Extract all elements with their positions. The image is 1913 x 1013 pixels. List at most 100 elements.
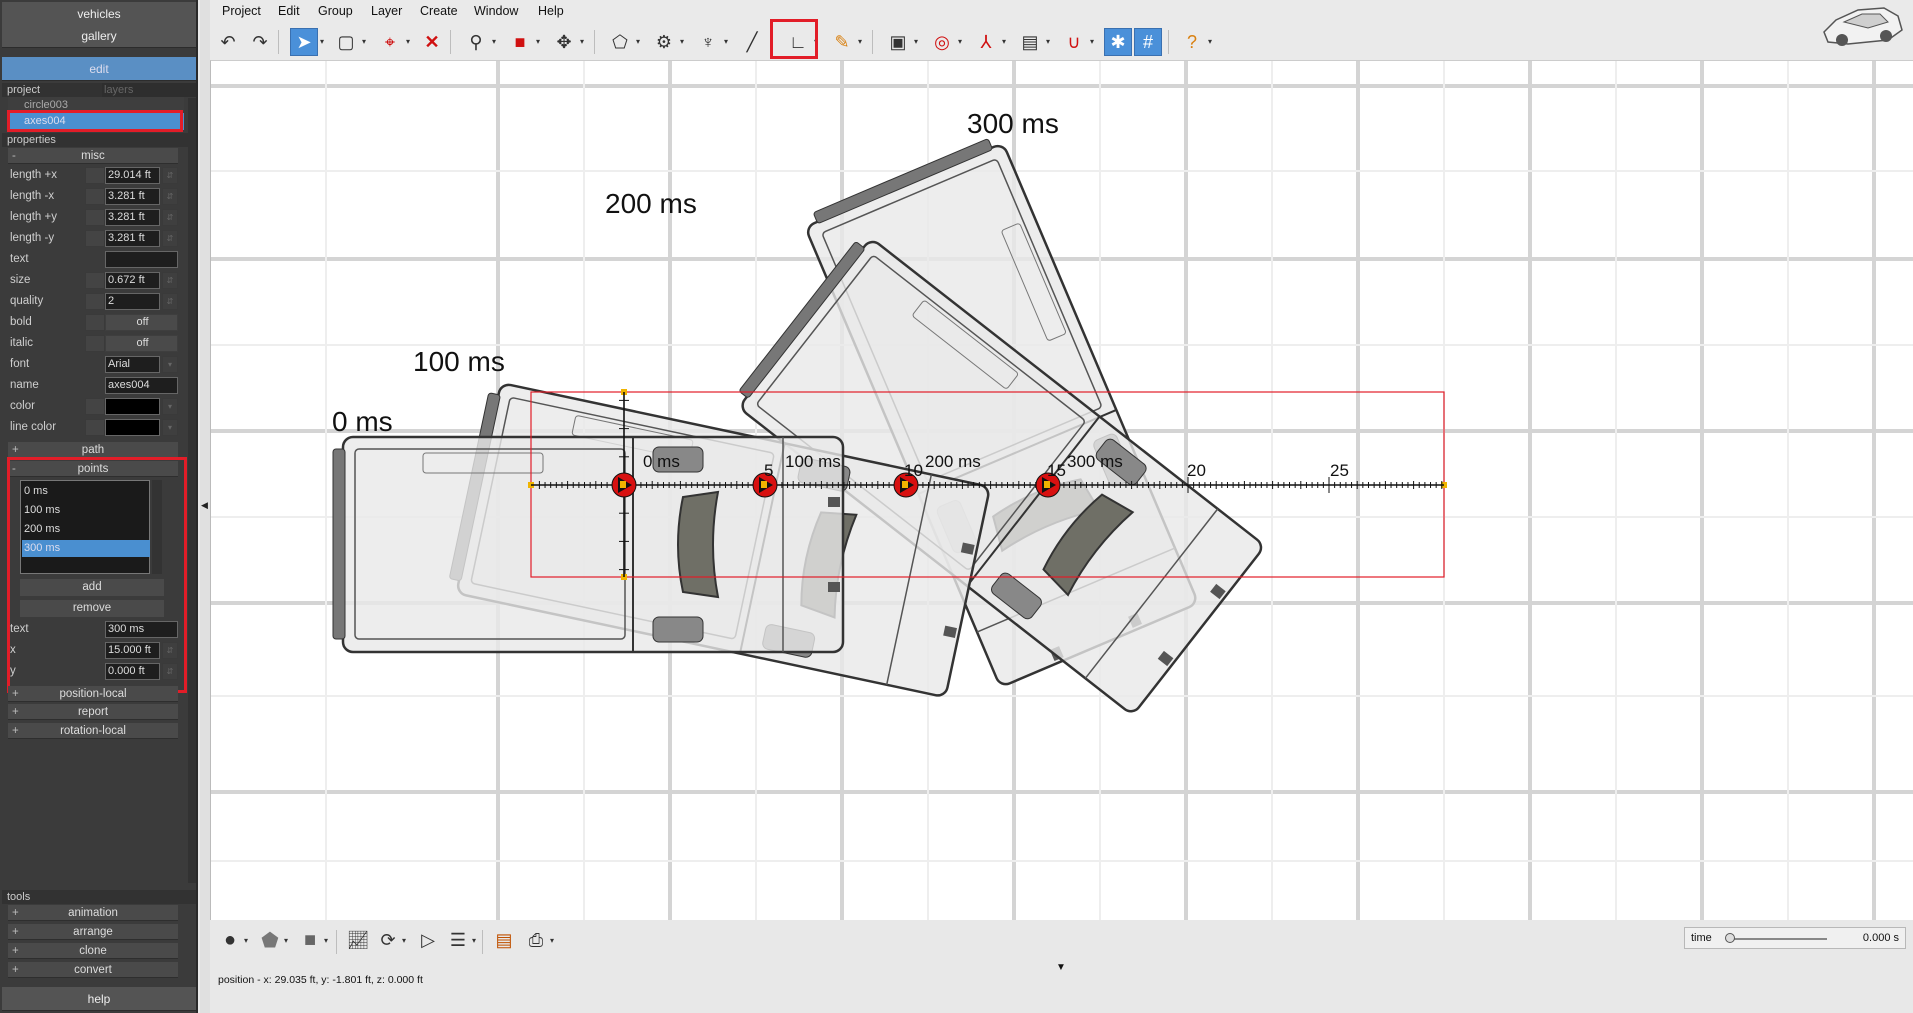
line-color-swatch[interactable] [105, 419, 160, 436]
graph-icon[interactable]: 📈︎ [344, 926, 372, 954]
bold-toggle[interactable]: off [105, 314, 178, 331]
menu-create[interactable]: Create [420, 4, 458, 18]
person-icon[interactable]: ♆ [694, 28, 722, 56]
axis-point-0ms[interactable] [611, 472, 637, 498]
list-item[interactable]: 200 ms [22, 521, 150, 538]
report-group-header[interactable]: + report [8, 704, 178, 720]
tool-clone[interactable]: + clone [8, 943, 178, 959]
vehicles-button[interactable]: vehicles [2, 2, 196, 26]
points-list[interactable]: 0 ms 100 ms 200 ms 300 ms [20, 480, 150, 574]
spin-icon[interactable]: ⇵ [162, 272, 178, 289]
sphere-material-icon[interactable]: ● [216, 926, 244, 954]
menu-project[interactable]: Project [222, 4, 261, 18]
camera-icon[interactable]: ▣ [884, 28, 912, 56]
spin-icon[interactable]: ⇵ [162, 188, 178, 205]
spin-icon[interactable]: ⇵ [162, 167, 178, 184]
point-x-field[interactable]: 15.000 ft [105, 642, 160, 659]
tool-convert[interactable]: + convert [8, 962, 178, 978]
magnet-icon[interactable]: ∪ [1060, 28, 1088, 56]
undo-icon[interactable]: ↶ [214, 28, 242, 56]
zoom-icon[interactable]: ⚲ [462, 28, 490, 56]
points-group-header[interactable]: - points [8, 461, 178, 477]
vehicle-time-label[interactable]: 100 ms [413, 346, 505, 377]
delete-icon[interactable]: ✕ [418, 28, 446, 56]
snap-points-icon[interactable]: ✱ [1104, 28, 1132, 56]
list-scrollbar[interactable] [152, 480, 162, 574]
quality-field[interactable]: 2 [105, 293, 160, 310]
spin-icon[interactable]: ⇵ [162, 230, 178, 247]
collapse-arrow-icon[interactable]: ◀ [201, 500, 208, 511]
help-button[interactable]: help [2, 987, 196, 1011]
cube-icon[interactable]: ■ [506, 28, 534, 56]
menu-edit[interactable]: Edit [278, 4, 300, 18]
time-slider-thumb[interactable] [1725, 933, 1735, 943]
shape-icon[interactable]: ⬠ [606, 28, 634, 56]
spin-icon[interactable]: ⇵ [162, 642, 178, 659]
project-item-circle003[interactable]: circle003 [8, 97, 184, 113]
name-field[interactable]: axes004 [105, 377, 178, 394]
grid-icon[interactable]: # [1134, 28, 1162, 56]
spin-icon[interactable]: ⇵ [162, 663, 178, 680]
vehicle-time-label[interactable]: 0 ms [332, 406, 393, 437]
spin-icon[interactable]: ⇵ [162, 209, 178, 226]
point-text-field[interactable]: 300 ms [105, 621, 178, 638]
add-point-button[interactable]: add [20, 579, 164, 596]
edit-button[interactable]: edit [2, 57, 196, 81]
line-icon[interactable]: ╱ [738, 28, 766, 56]
gallery-button[interactable]: gallery [2, 24, 196, 48]
tool-arrange[interactable]: + arrange [8, 924, 178, 940]
expand-arrow-icon[interactable]: ▼ [1056, 962, 1066, 973]
vehicle-time-label[interactable]: 200 ms [605, 188, 697, 219]
axes-tool-icon[interactable]: ∟ [784, 28, 812, 56]
remove-point-button[interactable]: remove [20, 600, 164, 617]
vehicle-time-label[interactable]: 300 ms [967, 108, 1059, 139]
list-item-selected[interactable]: 300 ms [22, 540, 150, 557]
target-icon[interactable]: ◎ [928, 28, 956, 56]
vehicle-icon[interactable]: ⚙ [650, 28, 678, 56]
color-swatch[interactable] [105, 398, 160, 415]
panel-splitter[interactable]: ◀ [200, 0, 210, 1013]
menu-window[interactable]: Window [474, 4, 518, 18]
dropdown-icon[interactable]: ▾ [162, 398, 178, 415]
dropdown-icon[interactable]: ▾ [162, 419, 178, 436]
panel-scrollbar[interactable] [188, 98, 196, 883]
dropdown-icon[interactable]: ▾ [162, 356, 178, 373]
playlist-icon[interactable]: ☰ [444, 926, 472, 954]
redo-icon[interactable]: ↷ [246, 28, 274, 56]
list-item[interactable]: 100 ms [22, 502, 150, 519]
size-field[interactable]: 0.672 ft [105, 272, 160, 289]
time-slider-box[interactable]: time 0.000 s [1684, 927, 1906, 949]
list-item[interactable]: 0 ms [22, 483, 150, 500]
rotation-local-group-header[interactable]: + rotation-local [8, 723, 178, 739]
fill-color-icon[interactable]: ■ [296, 926, 324, 954]
rectangle-select-icon[interactable]: ▢ [332, 28, 360, 56]
font-field[interactable]: Arial [105, 356, 160, 373]
tab-layers[interactable]: layers [102, 83, 196, 97]
spin-icon[interactable]: ⇵ [162, 293, 178, 310]
point-y-field[interactable]: 0.000 ft [105, 663, 160, 680]
menu-layer[interactable]: Layer [371, 4, 402, 18]
tab-project[interactable]: project [2, 83, 102, 97]
position-local-group-header[interactable]: + position-local [8, 686, 178, 702]
drawing-canvas[interactable]: 0 ms 100 ms 200 ms 300 ms 5 10 15 20 25 … [210, 60, 1913, 921]
orbit-icon[interactable]: ⟳ [374, 926, 402, 954]
length-minus-x-field[interactable]: 3.281 ft [105, 188, 160, 205]
menu-group[interactable]: Group [318, 4, 353, 18]
lasso-delete-icon[interactable]: ⌖ [376, 28, 404, 56]
menu-help[interactable]: Help [538, 4, 564, 18]
select-arrow-icon[interactable]: ➤ [290, 28, 318, 56]
render-icon[interactable]: ▤ [1016, 28, 1044, 56]
measure-tape-icon[interactable]: ✎ [828, 28, 856, 56]
project-item-axes004[interactable]: axes004 [8, 113, 184, 130]
length-plus-y-field[interactable]: 3.281 ft [105, 209, 160, 226]
report-icon[interactable]: ▤ [490, 926, 518, 954]
text-field[interactable] [105, 251, 178, 268]
move-icon[interactable]: ✥ [550, 28, 578, 56]
play-icon[interactable]: ▷ [414, 926, 442, 954]
path-group-header[interactable]: + path [8, 442, 178, 458]
misc-group-header[interactable]: - misc [8, 148, 178, 164]
italic-toggle[interactable]: off [105, 335, 178, 352]
shield-material-icon[interactable]: ⬟ [256, 926, 284, 954]
axis-3d-icon[interactable]: ⅄ [972, 28, 1000, 56]
length-minus-y-field[interactable]: 3.281 ft [105, 230, 160, 247]
